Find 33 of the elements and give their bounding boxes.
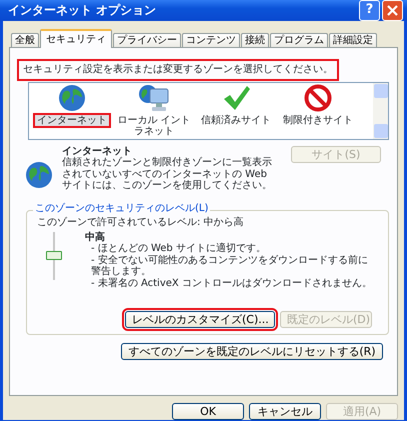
zone-description: 信頼されたゾーンと制限付きゾーンに一覧表示されていないすべてのインターネットの Web サイトには、このゾーンを使用してください。 <box>62 157 273 192</box>
zone-title: インターネット <box>62 146 132 156</box>
prohibited-icon <box>303 82 333 112</box>
bullet-text: - 未署名の ActiveX コントロールはダウンロードされません。 <box>91 278 373 289</box>
tab[interactable]: 全般 <box>11 32 39 47</box>
tab[interactable]: プライバシー <box>113 32 181 47</box>
scrollbar <box>373 82 388 138</box>
ok-button[interactable]: OK <box>172 403 244 420</box>
tab[interactable]: セキュリティ <box>40 28 112 48</box>
close-button[interactable] <box>382 0 403 21</box>
zone-item[interactable]: 制限付きサイト <box>279 112 357 128</box>
bullet-text: - ほとんどの Web サイトに適切です。 <box>91 243 267 254</box>
zone-item[interactable]: インターネット <box>33 112 111 128</box>
cancel-button[interactable]: キャンセル <box>249 403 321 420</box>
globe-icon <box>24 160 54 190</box>
globe-monitor-icon <box>138 82 170 112</box>
close-icon <box>387 5 398 16</box>
group-legend: このゾーンのセキュリティのレベル(L) <box>33 202 210 214</box>
zone-item[interactable]: ローカル イントラネット <box>113 112 195 138</box>
tab[interactable]: コンテンツ <box>182 32 240 47</box>
tab[interactable]: 詳細設定 <box>329 32 377 47</box>
window-title: インターネット オプション <box>8 4 158 18</box>
tab[interactable]: プログラム <box>270 32 328 47</box>
level-button[interactable]: レベルのカスタマイズ(C)... <box>125 311 275 328</box>
bullet-text: - 安全でない可能性のあるコンテンツをダウンロードする前に警告します。 <box>91 254 369 278</box>
help-button[interactable]: ? <box>359 0 380 21</box>
allowed-level-text: このゾーンで許可されているレベル: 中から高 <box>37 217 245 228</box>
level-name: 中高 <box>85 232 106 243</box>
zone-item[interactable]: 信頼済みサイト <box>197 112 275 128</box>
instruction-text: セキュリティ設定を表示または変更するゾーンを選択してください。 <box>20 62 336 78</box>
reset-button[interactable]: すべてのゾーンを既定のレベルにリセットする(R) <box>121 343 383 360</box>
globe-icon <box>57 82 87 112</box>
tab[interactable]: 接続 <box>241 32 269 47</box>
